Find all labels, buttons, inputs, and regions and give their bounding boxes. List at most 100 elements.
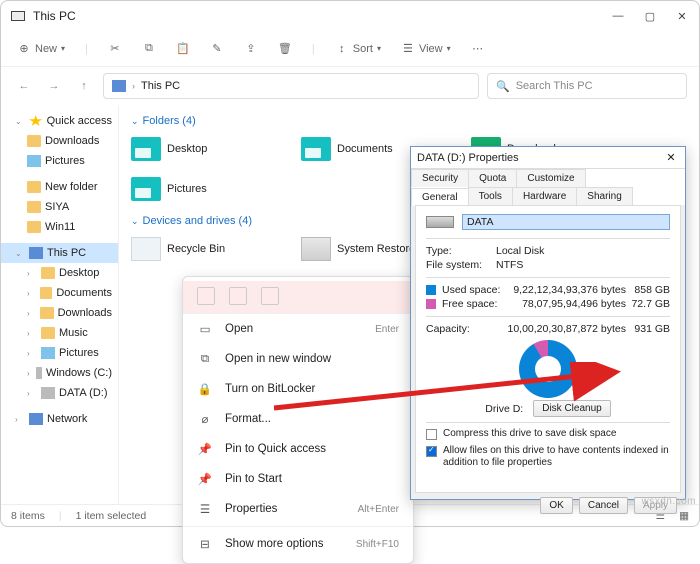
ctx-show-more[interactable]: ⊟Show more optionsShift+F10 [183, 529, 413, 559]
drive-recycle-bin[interactable]: Recycle Bin [131, 233, 281, 265]
close-button[interactable]: ✕ [675, 9, 689, 23]
address-bar: ← → ↑ › This PC 🔍 Search This PC [1, 67, 699, 105]
compress-checkbox[interactable] [426, 429, 437, 440]
copy-icon[interactable]: ⧉ [142, 42, 156, 56]
used-swatch [426, 285, 436, 295]
folder-icon [27, 181, 41, 193]
sidebar-data-d[interactable]: DATA (D:) [1, 383, 118, 403]
ctx-format[interactable]: ⌀Format... [183, 404, 413, 434]
search-icon: 🔍 [496, 80, 510, 93]
folder-icon [131, 177, 161, 201]
context-menu: ▭OpenEnter ⧉Open in new window 🔒Turn on … [182, 276, 414, 564]
sidebar-downloads[interactable]: Downloads [1, 131, 118, 151]
cut-icon[interactable] [197, 287, 215, 305]
sidebar-desktop[interactable]: Desktop [1, 263, 118, 283]
pin-icon: 📌 [197, 471, 213, 487]
open-icon: ▭ [197, 321, 213, 337]
sidebar-siya[interactable]: SIYA [1, 197, 118, 217]
ctx-pin-quick[interactable]: 📌Pin to Quick access [183, 434, 413, 464]
back-button[interactable]: ← [13, 75, 35, 97]
folder-icon [131, 137, 161, 161]
drive-icon [41, 387, 55, 399]
search-box[interactable]: 🔍 Search This PC [487, 73, 687, 99]
folder-desktop[interactable]: Desktop [131, 133, 281, 165]
more-icon[interactable]: ⋯ [471, 42, 485, 56]
dialog-title: DATA (D:) Properties [417, 152, 663, 164]
tab-quota[interactable]: Quota [468, 169, 517, 187]
sidebar-this-pc[interactable]: This PC [1, 243, 118, 263]
drive-icon [426, 216, 454, 228]
folder-pictures[interactable]: Pictures [131, 173, 281, 205]
context-icon-row [183, 281, 413, 314]
path-box[interactable]: › This PC [103, 73, 479, 99]
watermark: wsxdn.com [641, 496, 696, 507]
cancel-button[interactable]: Cancel [579, 497, 628, 514]
tab-hardware[interactable]: Hardware [512, 187, 577, 205]
view-button[interactable]: ☰View▾ [401, 42, 451, 56]
rename-icon[interactable] [261, 287, 279, 305]
star-icon [29, 115, 43, 127]
ctx-properties[interactable]: ☰PropertiesAlt+Enter [183, 494, 413, 524]
sort-button[interactable]: ↕Sort▾ [335, 42, 381, 56]
sidebar-pictures2[interactable]: Pictures [1, 343, 118, 363]
this-pc-icon [11, 11, 25, 21]
share-icon[interactable]: ⇪ [244, 42, 258, 56]
pin-icon: 📌 [197, 441, 213, 457]
recycle-icon [131, 237, 161, 261]
maximize-button[interactable]: ▢ [643, 9, 657, 23]
copy-icon[interactable] [229, 287, 247, 305]
sidebar-documents[interactable]: Documents [1, 283, 118, 303]
delete-icon[interactable]: 🗑 [278, 42, 292, 56]
sidebar-new-folder[interactable]: New folder [1, 177, 118, 197]
ok-button[interactable]: OK [540, 497, 572, 514]
cut-icon[interactable]: ✂ [108, 42, 122, 56]
network-icon [29, 413, 43, 425]
tab-sharing[interactable]: Sharing [576, 187, 632, 205]
more-icon: ⊟ [197, 536, 213, 552]
new-button[interactable]: ⊕New▾ [17, 42, 65, 56]
properties-dialog: DATA (D:) Properties ✕ Security Quota Cu… [410, 146, 686, 500]
forward-button[interactable]: → [43, 75, 65, 97]
lock-icon: 🔒 [197, 381, 213, 397]
properties-icon: ☰ [197, 501, 213, 517]
path-segment[interactable]: This PC [141, 80, 180, 92]
status-selected: 1 item selected [76, 510, 147, 522]
status-item-count: 8 items [11, 510, 45, 522]
drive-name-field[interactable]: DATA [462, 214, 670, 230]
sidebar-music[interactable]: Music [1, 323, 118, 343]
sidebar-win11[interactable]: Win11 [1, 217, 118, 237]
folder-icon [41, 327, 55, 339]
nav-pane: Quick access Downloads Pictures New fold… [1, 105, 119, 504]
folder-icon [27, 135, 41, 147]
index-checkbox[interactable] [426, 446, 437, 457]
sidebar-quick-access[interactable]: Quick access [1, 111, 118, 131]
dialog-close-button[interactable]: ✕ [663, 151, 679, 164]
folders-header[interactable]: Folders (4) [131, 115, 687, 127]
folder-icon [27, 201, 41, 213]
ctx-open-new-window[interactable]: ⧉Open in new window [183, 344, 413, 374]
ctx-bitlocker[interactable]: 🔒Turn on BitLocker [183, 374, 413, 404]
folder-icon [40, 287, 52, 299]
up-button[interactable]: ↑ [73, 75, 95, 97]
disk-cleanup-button[interactable]: Disk Cleanup [533, 400, 610, 417]
minimize-button[interactable]: — [611, 9, 625, 23]
window-icon: ⧉ [197, 351, 213, 367]
tab-tools[interactable]: Tools [468, 187, 513, 205]
dialog-body: DATA Type:Local Disk File system:NTFS Us… [415, 205, 681, 493]
paste-icon[interactable]: 📋 [176, 42, 190, 56]
sidebar-network[interactable]: Network [1, 409, 118, 429]
drive-icon [301, 237, 331, 261]
ctx-pin-start[interactable]: 📌Pin to Start [183, 464, 413, 494]
folder-icon [301, 137, 331, 161]
pc-icon [29, 247, 43, 259]
ctx-open[interactable]: ▭OpenEnter [183, 314, 413, 344]
rename-icon[interactable]: ✎ [210, 42, 224, 56]
dialog-titlebar: DATA (D:) Properties ✕ [411, 147, 685, 169]
sidebar-pictures[interactable]: Pictures [1, 151, 118, 171]
tab-customize[interactable]: Customize [516, 169, 585, 187]
sidebar-downloads2[interactable]: Downloads [1, 303, 118, 323]
tab-general[interactable]: General [411, 188, 469, 206]
titlebar: This PC — ▢ ✕ [1, 1, 699, 31]
sidebar-windows-c[interactable]: Windows (C:) [1, 363, 118, 383]
tab-security[interactable]: Security [411, 169, 469, 187]
